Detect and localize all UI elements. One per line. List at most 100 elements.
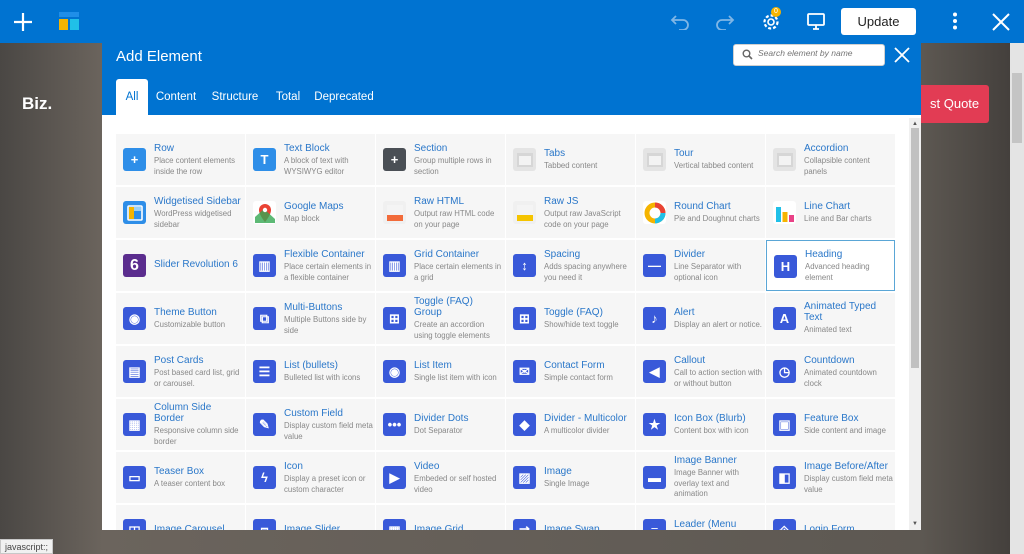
element-card[interactable]: ◉ List Item Single list item with icon xyxy=(376,346,505,397)
element-card[interactable]: Google Maps Map block xyxy=(246,187,375,238)
element-card[interactable]: ✎ Custom Field Display custom field meta v… xyxy=(246,399,375,450)
quote-button[interactable]: st Quote xyxy=(912,85,989,123)
element-description: Group multiple rows in section xyxy=(414,156,492,176)
element-card[interactable]: ⇄ Image Swap xyxy=(506,505,635,530)
element-card[interactable]: ☰ List (bullets) Bulleted list with icons xyxy=(246,346,375,397)
element-name: List (bullets) xyxy=(284,360,338,371)
element-card[interactable]: A Animated Typed Text Animated text xyxy=(766,293,895,344)
teaser-box-icon: ▭ xyxy=(123,466,146,489)
element-card[interactable]: ↕ Spacing Adds spacing anywhere you need i… xyxy=(506,240,635,291)
element-card[interactable]: ϟ Icon Display a preset icon or custom cha… xyxy=(246,452,375,503)
element-card[interactable]: ◧ Image Before/After Display custom field … xyxy=(766,452,895,503)
search-icon xyxy=(742,49,753,60)
border-icon: ▦ xyxy=(123,413,146,436)
element-card[interactable]: ⊞ Toggle (FAQ) Show/hide text toggle xyxy=(506,293,635,344)
element-card-text: Row Place content elements inside the row xyxy=(154,143,243,177)
element-card[interactable]: Raw HTML Output raw HTML code on your pag… xyxy=(376,187,505,238)
element-card[interactable]: + Row Place content elements inside the ro… xyxy=(116,134,245,185)
tab-deprecated[interactable]: Deprecated xyxy=(314,79,374,115)
element-card-text: Multi-Buttons Multiple Buttons side by si… xyxy=(284,302,373,336)
undo-icon[interactable] xyxy=(668,10,692,34)
dialog-scrollbar-thumb[interactable] xyxy=(911,128,919,368)
element-card[interactable]: ◉ Theme Button Customizable button xyxy=(116,293,245,344)
element-name: Slider Revolution 6 xyxy=(154,259,238,270)
element-name: Countdown xyxy=(804,355,855,366)
bell-icon: ♪ xyxy=(643,307,666,330)
element-card[interactable]: T Text Block A block of text with WYSIWYG … xyxy=(246,134,375,185)
element-card[interactable]: 6 Slider Revolution 6 xyxy=(116,240,245,291)
update-button[interactable]: Update xyxy=(841,8,916,35)
element-card[interactable]: ••• Divider Dots Dot Separator xyxy=(376,399,505,450)
element-card[interactable]: Tour Vertical tabbed content xyxy=(636,134,765,185)
element-card[interactable]: ⧈ Image Slider xyxy=(246,505,375,530)
element-card[interactable]: ▬ Image Banner Image Banner with overlay t… xyxy=(636,452,765,503)
columns-icon: ▥ xyxy=(253,254,276,277)
page-scrollbar-thumb[interactable] xyxy=(1012,73,1022,143)
element-name: Image Slider xyxy=(284,524,341,530)
element-card-text: Divider - Multicolor A multicolor divider xyxy=(544,413,633,437)
element-card[interactable]: ◷ Countdown Animated countdown clock xyxy=(766,346,895,397)
element-card[interactable]: ◫ Image Carousel xyxy=(116,505,245,530)
element-card[interactable]: ▤ Post Cards Post based card list, grid or… xyxy=(116,346,245,397)
search-input[interactable] xyxy=(758,48,880,58)
element-card-text: Widgetised Sidebar WordPress widgetised s… xyxy=(154,196,243,230)
element-card[interactable]: ▦ Column Side Border Responsive column sid… xyxy=(116,399,245,450)
dialog-close-icon[interactable] xyxy=(892,45,912,65)
round-chart-icon xyxy=(643,201,666,224)
paint-bucket-icon: ◆ xyxy=(513,413,536,436)
layout-templates-icon[interactable] xyxy=(58,10,80,32)
page-scrollbar[interactable] xyxy=(1010,43,1024,554)
more-options-icon[interactable] xyxy=(944,10,966,32)
element-search[interactable] xyxy=(733,44,885,66)
tab-all[interactable]: All xyxy=(116,79,148,115)
element-card[interactable]: ▦ Image Grid xyxy=(376,505,505,530)
element-card[interactable]: ▭ Teaser Box A teaser content box xyxy=(116,452,245,503)
element-card[interactable]: ◆ Divider - Multicolor A multicolor divide… xyxy=(506,399,635,450)
tab-content[interactable]: Content xyxy=(152,79,200,115)
element-card[interactable]: ◀ Callout Call to action section with or w… xyxy=(636,346,765,397)
element-card[interactable]: ✉ Contact Form Simple contact form xyxy=(506,346,635,397)
element-card[interactable]: ▶ Video Embeded or self hosted video xyxy=(376,452,505,503)
tab-structure[interactable]: Structure xyxy=(210,79,260,115)
dialog-scrollbar[interactable]: ▲ ▼ xyxy=(909,118,921,530)
before-after-icon: ◧ xyxy=(773,466,796,489)
element-card[interactable]: ⊞ Toggle (FAQ) Group Create an accordion u… xyxy=(376,293,505,344)
element-name: Column Side Border xyxy=(154,402,212,424)
responsive-preview-icon[interactable] xyxy=(804,10,828,34)
element-card[interactable]: Round Chart Pie and Doughnut charts xyxy=(636,187,765,238)
wrench-icon: ✎ xyxy=(253,413,276,436)
element-card[interactable]: ▥ Flexible Container Place certain element… xyxy=(246,240,375,291)
element-name: Feature Box xyxy=(804,413,859,424)
element-name: Contact Form xyxy=(544,360,605,371)
element-card[interactable]: + Section Group multiple rows in section xyxy=(376,134,505,185)
close-editor-icon[interactable] xyxy=(989,10,1013,34)
element-card[interactable]: ▣ Feature Box Side content and image xyxy=(766,399,895,450)
add-element-icon[interactable] xyxy=(10,9,35,34)
element-card[interactable]: ▥ Grid Container Place certain elements in… xyxy=(376,240,505,291)
element-card[interactable]: — Divider Line Separator with optional ico… xyxy=(636,240,765,291)
element-card[interactable]: Tabs Tabbed content xyxy=(506,134,635,185)
element-description: Multiple Buttons side by side xyxy=(284,315,367,335)
tab-total[interactable]: Total xyxy=(270,79,306,115)
element-card[interactable]: Line Chart Line and Bar charts xyxy=(766,187,895,238)
element-card[interactable]: ≡ Leader (Menu Items) xyxy=(636,505,765,530)
scroll-down-arrow-icon[interactable]: ▼ xyxy=(911,520,919,528)
element-card[interactable]: ⧉ Multi-Buttons Multiple Buttons side by s… xyxy=(246,293,375,344)
element-card[interactable]: ♪ Alert Display an alert or notice. xyxy=(636,293,765,344)
element-card[interactable]: Raw JS Output raw JavaScript code on your… xyxy=(506,187,635,238)
redo-icon[interactable] xyxy=(713,10,737,34)
element-card-text: Toggle (FAQ) Group Create an accordion us… xyxy=(414,296,503,341)
element-card[interactable]: H Heading Advanced heading element xyxy=(766,240,895,291)
element-description: Customizable button xyxy=(154,320,226,329)
element-card-text: Divider Line Separator with optional icon xyxy=(674,249,763,283)
scroll-up-arrow-icon[interactable]: ▲ xyxy=(911,120,919,128)
element-description: Create an accordion using toggle element… xyxy=(414,320,490,340)
element-description: Output raw HTML code on your page xyxy=(414,209,495,229)
element-card[interactable]: Accordion Collapsible content panels xyxy=(766,134,895,185)
element-card[interactable]: ★ Icon Box (Blurb) Content box with icon xyxy=(636,399,765,450)
element-card-text: Divider Dots Dot Separator xyxy=(414,413,503,437)
element-card[interactable]: Widgetised Sidebar WordPress widgetised s… xyxy=(116,187,245,238)
element-card[interactable]: ▨ Image Single Image xyxy=(506,452,635,503)
element-card[interactable]: ⎆ Login Form xyxy=(766,505,895,530)
sidebar-icon xyxy=(123,201,146,224)
